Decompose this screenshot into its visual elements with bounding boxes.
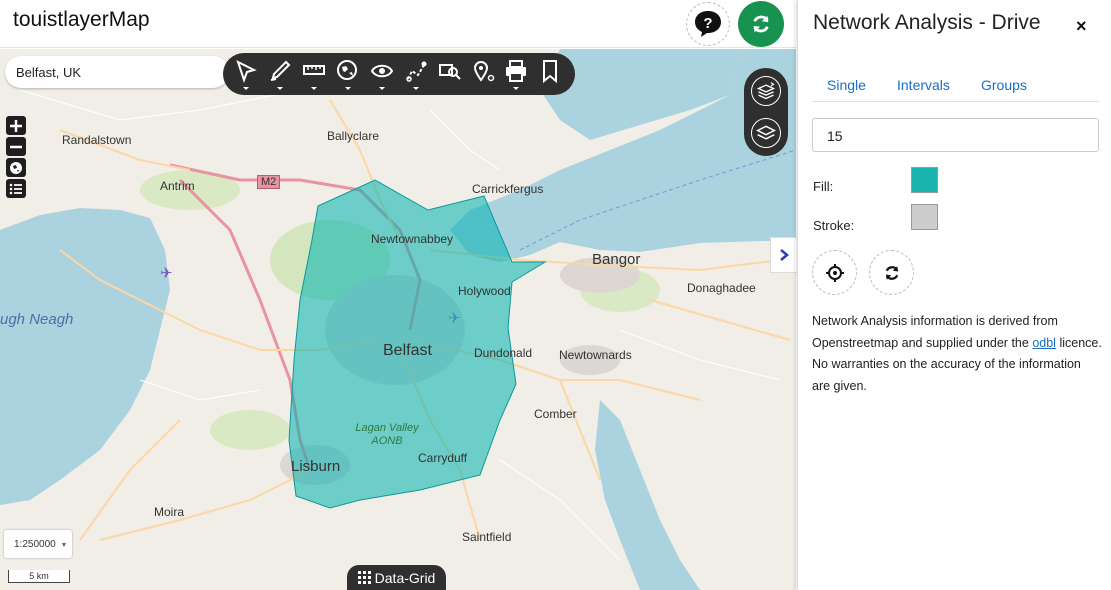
place-label-holywood: Holywood	[458, 284, 511, 298]
minus-icon	[10, 145, 22, 148]
pick-location-button[interactable]	[812, 250, 857, 295]
chevron-right-icon	[780, 249, 789, 261]
search-input[interactable]: Belfast, UK	[5, 56, 229, 88]
zoom-out-button[interactable]	[6, 137, 26, 156]
visibility-tool-button[interactable]	[369, 59, 395, 90]
place-label-carryduff: Carryduff	[418, 451, 468, 465]
place-label-antrim: Antrim	[160, 179, 195, 193]
place-label-comber: Comber	[534, 407, 577, 421]
svg-text:?: ?	[703, 15, 712, 32]
fill-color-swatch[interactable]	[911, 167, 938, 193]
place-label-lough-neagh: ugh Neagh	[0, 311, 74, 328]
place-label-newtownabbey: Newtownabbey	[371, 232, 454, 246]
tab-single[interactable]: Single	[827, 77, 866, 93]
crosshair-icon	[825, 263, 844, 282]
svg-text:✈: ✈	[160, 264, 173, 282]
print-icon	[506, 60, 526, 82]
tab-intervals[interactable]: Intervals	[897, 77, 950, 93]
app-window: touistlayerMap ? ✈ Randalstown Ballyclar…	[0, 0, 1111, 590]
chevron-down-icon: ▼	[60, 542, 68, 549]
route-icon	[406, 61, 427, 82]
header-bar: touistlayerMap ?	[0, 0, 796, 48]
measure-icon	[303, 65, 325, 75]
refresh-icon	[753, 15, 769, 33]
tab-groups[interactable]: Groups	[981, 77, 1027, 93]
analysis-info-text: Network Analysis information is derived …	[812, 311, 1102, 397]
reset-analysis-button[interactable]	[869, 250, 914, 295]
close-panel-button[interactable]: ×	[1076, 16, 1087, 37]
draw-icon	[270, 60, 291, 81]
place-label-donaghadee: Donaghadee	[687, 281, 756, 295]
search-map-icon	[439, 64, 461, 80]
location-tool-button[interactable]	[471, 59, 497, 89]
info-text-part1: Network Analysis information is derived …	[812, 314, 1058, 350]
app-title: touistlayerMap	[13, 8, 150, 31]
help-button[interactable]: ?	[686, 2, 730, 46]
layers-switch-icon	[756, 82, 776, 100]
data-grid-button[interactable]: Data-Grid	[347, 565, 446, 590]
list-icon	[9, 183, 22, 194]
refresh-icon	[885, 265, 898, 280]
map-canvas[interactable]: ✈ ✈ Randalstown Ballyclare Antrim M2 Car…	[0, 49, 796, 590]
help-icon: ?	[695, 11, 721, 37]
network-analysis-panel: Network Analysis - Drive × Single Interv…	[797, 0, 1111, 590]
print-tool-button[interactable]	[503, 59, 529, 90]
place-label-saintfield: Saintfield	[462, 530, 512, 544]
place-label-carrickfergus: Carrickfergus	[472, 182, 544, 196]
layers-control	[744, 68, 788, 156]
globe-icon	[10, 161, 22, 174]
place-label-ballyclare: Ballyclare	[327, 129, 380, 143]
place-label-bangor: Bangor	[592, 251, 641, 268]
select-icon	[236, 60, 257, 83]
road-label-m2: M2	[257, 175, 281, 189]
globe-search-tool-button[interactable]	[335, 59, 361, 90]
odbl-link[interactable]: odbl	[1032, 336, 1056, 350]
collapse-panel-button[interactable]	[770, 237, 797, 273]
bookmark-tool-button[interactable]	[537, 59, 563, 89]
layer-switcher-button[interactable]	[751, 76, 781, 106]
analysis-tabs: Single Intervals Groups	[812, 60, 1099, 102]
zoom-extent-button[interactable]	[6, 158, 26, 177]
stroke-label: Stroke:	[813, 218, 855, 233]
zoom-in-button[interactable]	[6, 116, 26, 135]
place-label-lagan-valley: Lagan Valley AONB	[355, 422, 419, 447]
globe-search-icon	[337, 60, 357, 80]
place-label-belfast: Belfast	[383, 342, 432, 359]
place-label-dundonald: Dundonald	[474, 346, 533, 360]
scale-bar: 5 km	[8, 570, 70, 583]
plus-icon	[10, 119, 22, 132]
layers-icon	[756, 125, 776, 140]
draw-tool-button[interactable]	[267, 59, 293, 90]
data-grid-label: Data-Grid	[374, 569, 436, 586]
route-tool-button[interactable]	[403, 59, 429, 90]
map-toolbar	[223, 53, 575, 95]
scale-select[interactable]: 1:250000 ▼	[4, 530, 72, 558]
scale-select-value: 1:250000	[14, 539, 56, 550]
panel-title: Network Analysis - Drive	[813, 11, 1041, 34]
place-label-lisburn: Lisburn	[291, 458, 341, 475]
place-label-randalstown: Randalstown	[62, 133, 132, 147]
stroke-color-swatch[interactable]	[911, 204, 938, 230]
select-tool-button[interactable]	[233, 59, 259, 90]
refresh-app-button[interactable]	[738, 1, 784, 47]
drive-time-input[interactable]: 15	[812, 118, 1099, 152]
map-basemap: ✈ ✈	[0, 49, 796, 590]
grid-icon	[357, 571, 371, 584]
place-label-moira: Moira	[154, 505, 185, 519]
measure-tool-button[interactable]	[301, 59, 327, 90]
legend-button[interactable]	[6, 179, 26, 198]
layers-button[interactable]	[751, 118, 781, 148]
eye-icon	[370, 64, 394, 78]
bookmark-icon	[543, 60, 557, 83]
fill-label: Fill:	[813, 179, 834, 194]
search-map-tool-button[interactable]	[437, 59, 463, 89]
location-pin-icon	[473, 61, 495, 82]
place-label-newtownards: Newtownards	[559, 348, 632, 362]
